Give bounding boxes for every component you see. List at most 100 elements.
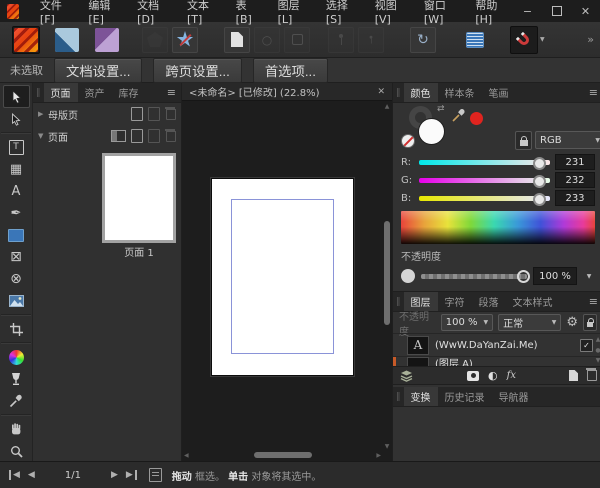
color-panel-menu-button[interactable]: ≡ (584, 83, 600, 102)
zoom-tool[interactable] (4, 440, 29, 461)
layers-opacity-select[interactable]: 100 % ▼ (441, 314, 493, 331)
new-document-button[interactable] (224, 27, 250, 53)
snapping-dropdown[interactable]: ▼ (540, 36, 545, 43)
fill-color-well[interactable] (418, 118, 445, 145)
pen-tool[interactable]: ✒ (4, 202, 29, 224)
menu-view[interactable]: 视图[V] (363, 0, 412, 22)
scroll-up-icon[interactable]: ▲ (385, 103, 390, 110)
apply-master-icon[interactable] (111, 130, 126, 142)
menu-select[interactable]: 选择[S] (314, 0, 363, 22)
tab-transform[interactable]: 变换 (404, 387, 438, 406)
move-tool[interactable] (3, 85, 30, 108)
green-value-field[interactable]: 232 (555, 172, 595, 188)
opacity-dropdown[interactable]: ▼ (583, 268, 595, 284)
first-page-button[interactable]: ◀ (9, 470, 20, 480)
color-mode-select[interactable]: RGB ▼ (535, 131, 600, 149)
green-slider[interactable] (419, 178, 550, 183)
layer-row-partial[interactable]: (图层 A) (393, 357, 600, 366)
layer-row-text[interactable]: A (WwW.DaYanZai.Me) ✓ (393, 334, 600, 357)
delete-layer-button[interactable] (587, 370, 597, 381)
scroll-left-icon[interactable]: ◀ (184, 452, 189, 459)
chevron-down-icon[interactable]: ▼ (38, 132, 48, 140)
swap-colors-icon[interactable]: ⇄ (437, 104, 445, 114)
opacity-slider[interactable] (421, 274, 527, 279)
previous-page-button[interactable]: ◀ (28, 470, 35, 480)
studiolink-button[interactable] (172, 27, 198, 53)
panel-grip-icon[interactable]: ‖ (33, 83, 44, 102)
color-eyedropper-button[interactable] (451, 108, 466, 123)
document-setup-button[interactable]: 文档设置... (54, 58, 142, 83)
tab-stroke[interactable]: 笔画 (482, 83, 516, 102)
layer-visibility-checkbox[interactable]: ✓ (580, 339, 593, 352)
document-tab[interactable]: <未命名> [已修改] (22.8%) ✕ (182, 83, 392, 101)
tab-navigator[interactable]: 导航器 (492, 387, 536, 406)
snapping-button[interactable] (510, 26, 538, 54)
layer-effects-button[interactable]: fx (507, 370, 516, 381)
menu-edit[interactable]: 编辑[E] (76, 0, 125, 22)
tab-history[interactable]: 历史记录 (438, 387, 492, 406)
picture-frame-ellipse-tool[interactable]: ⊗ (4, 268, 29, 290)
vertical-scrollbar[interactable]: ▲ ▼ (383, 103, 391, 450)
tab-text-styles[interactable]: 文本样式 (506, 292, 560, 311)
panel-grip-icon[interactable]: ‖ (393, 83, 404, 102)
gradient-tool[interactable] (4, 346, 29, 368)
tab-color[interactable]: 颜色 (404, 83, 438, 102)
next-page-button[interactable]: ▶ (111, 470, 118, 480)
scroll-right-icon[interactable]: ▶ (376, 452, 381, 459)
document-page[interactable] (211, 178, 354, 376)
blue-value-field[interactable]: 233 (555, 190, 595, 206)
menu-window[interactable]: 窗口[W] (412, 0, 463, 22)
recent-color-swatch[interactable] (470, 112, 483, 125)
preferences-button[interactable]: 首选项... (253, 58, 328, 83)
add-page-icon[interactable] (131, 129, 143, 143)
chevron-right-icon[interactable]: ▶ (38, 110, 48, 118)
node-tool[interactable] (4, 108, 29, 130)
blend-mode-select[interactable]: 正常 ▼ (498, 314, 561, 331)
minimize-button[interactable]: − (513, 0, 542, 22)
maximize-button[interactable] (542, 0, 571, 22)
rotate-view-button[interactable]: ↻ (410, 27, 436, 53)
mask-layer-button[interactable] (467, 371, 479, 381)
close-button[interactable]: ✕ (571, 0, 600, 22)
color-picker-tool[interactable] (4, 390, 29, 412)
canvas-viewport[interactable]: ▲ ▼ ◀ ▶ (182, 101, 392, 461)
toolbar-overflow-button[interactable]: » (587, 33, 594, 46)
photo-persona-button[interactable] (94, 27, 120, 53)
publisher-persona-button[interactable] (12, 26, 40, 54)
picture-frame-rectangle-tool[interactable]: ⊠ (4, 246, 29, 268)
spread-setup-button[interactable]: 跨页设置... (153, 58, 241, 83)
new-layer-button[interactable] (569, 370, 578, 381)
green-slider-handle[interactable] (533, 175, 546, 188)
menu-table[interactable]: 表[B] (224, 0, 266, 22)
layers-scrollbar[interactable]: ▲ ● ▼ (593, 334, 600, 366)
frame-text-tool[interactable]: T (4, 136, 29, 158)
pages-view-icon[interactable] (149, 468, 162, 482)
tab-swatches[interactable]: 样本条 (438, 83, 482, 102)
opacity-value-field[interactable]: 100 % (533, 267, 577, 285)
blue-slider[interactable] (419, 196, 550, 201)
rectangle-tool[interactable] (4, 224, 29, 246)
view-tool[interactable] (4, 418, 29, 440)
panel-grip-icon[interactable]: ‖ (393, 387, 404, 406)
tab-pages[interactable]: 页面 (44, 83, 78, 102)
menu-help[interactable]: 帮助[H] (463, 0, 513, 22)
red-slider-handle[interactable] (533, 157, 546, 170)
tab-stock[interactable]: 库存 (112, 83, 146, 102)
scroll-up-icon[interactable]: ▲ (596, 336, 600, 343)
red-slider[interactable] (419, 160, 550, 165)
master-pages-row[interactable]: ▶ 母版页 (33, 103, 181, 125)
menu-document[interactable]: 文档[D] (125, 0, 175, 22)
opacity-slider-handle[interactable] (517, 270, 530, 283)
place-image-tool[interactable] (4, 290, 29, 312)
layer-lock-button[interactable] (583, 314, 597, 331)
horizontal-scrollbar[interactable]: ◀ ▶ (184, 451, 381, 459)
gear-icon[interactable]: ⚙ (566, 315, 578, 330)
menu-file[interactable]: 文件[F] (28, 0, 76, 22)
horizontal-scrollbar-thumb[interactable] (254, 452, 312, 458)
page-thumbnail[interactable] (102, 153, 176, 243)
vertical-scrollbar-thumb[interactable] (384, 221, 390, 325)
scroll-down-icon[interactable]: ▼ (385, 443, 390, 450)
scroll-down-icon[interactable]: ▼ (596, 357, 600, 364)
adjustment-layer-button[interactable]: ◐ (488, 369, 498, 382)
tab-assets[interactable]: 资产 (78, 83, 112, 102)
